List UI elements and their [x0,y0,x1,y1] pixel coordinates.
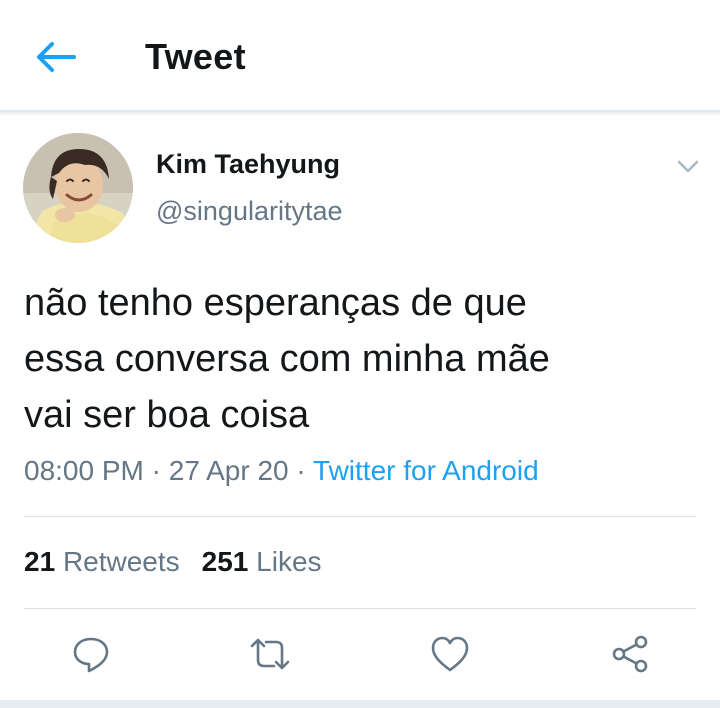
likes-stat[interactable]: 251 Likes [202,546,322,577]
tweet-time: 08:00 PM [24,455,144,486]
retweet-count: 21 [24,546,56,577]
tweet-meta: 08:00 PM · 27 Apr 20 · Twitter for Andro… [24,455,539,487]
retweets-label: Retweets [62,546,180,577]
retweet-icon[interactable] [248,632,292,676]
share-icon[interactable] [608,632,652,676]
retweets-stat[interactable]: 21 Retweets [24,546,180,577]
divider [24,516,696,517]
engagement-stats: 21 Retweets 251 Likes [24,546,322,578]
tweet-text: não tenho esperanças de que essa convers… [24,275,704,443]
tweet-text-line: não tenho esperanças de que [24,282,527,324]
divider [24,608,696,609]
meta-separator: · [288,455,314,486]
back-arrow-icon[interactable] [30,34,80,80]
tweet-source-link[interactable]: Twitter for Android [313,455,539,486]
chevron-down-icon[interactable] [672,150,704,182]
display-name[interactable]: Kim Taehyung [156,149,340,180]
avatar[interactable] [23,133,133,243]
page-title: Tweet [145,36,246,77]
username-handle[interactable]: @singularitytae [156,196,343,227]
bottom-separator [0,700,720,708]
likes-label: Likes [256,546,322,577]
like-count: 251 [201,546,249,577]
tweet-text-line: essa conversa com minha mãe [24,338,550,380]
meta-separator: · [143,455,169,486]
reply-icon[interactable] [69,632,113,676]
top-bar: Tweet [0,0,720,112]
tweet-date: 27 Apr 20 [168,455,289,486]
tweet-text-line: vai ser boa coisa [24,394,310,436]
like-heart-icon[interactable] [428,632,472,676]
